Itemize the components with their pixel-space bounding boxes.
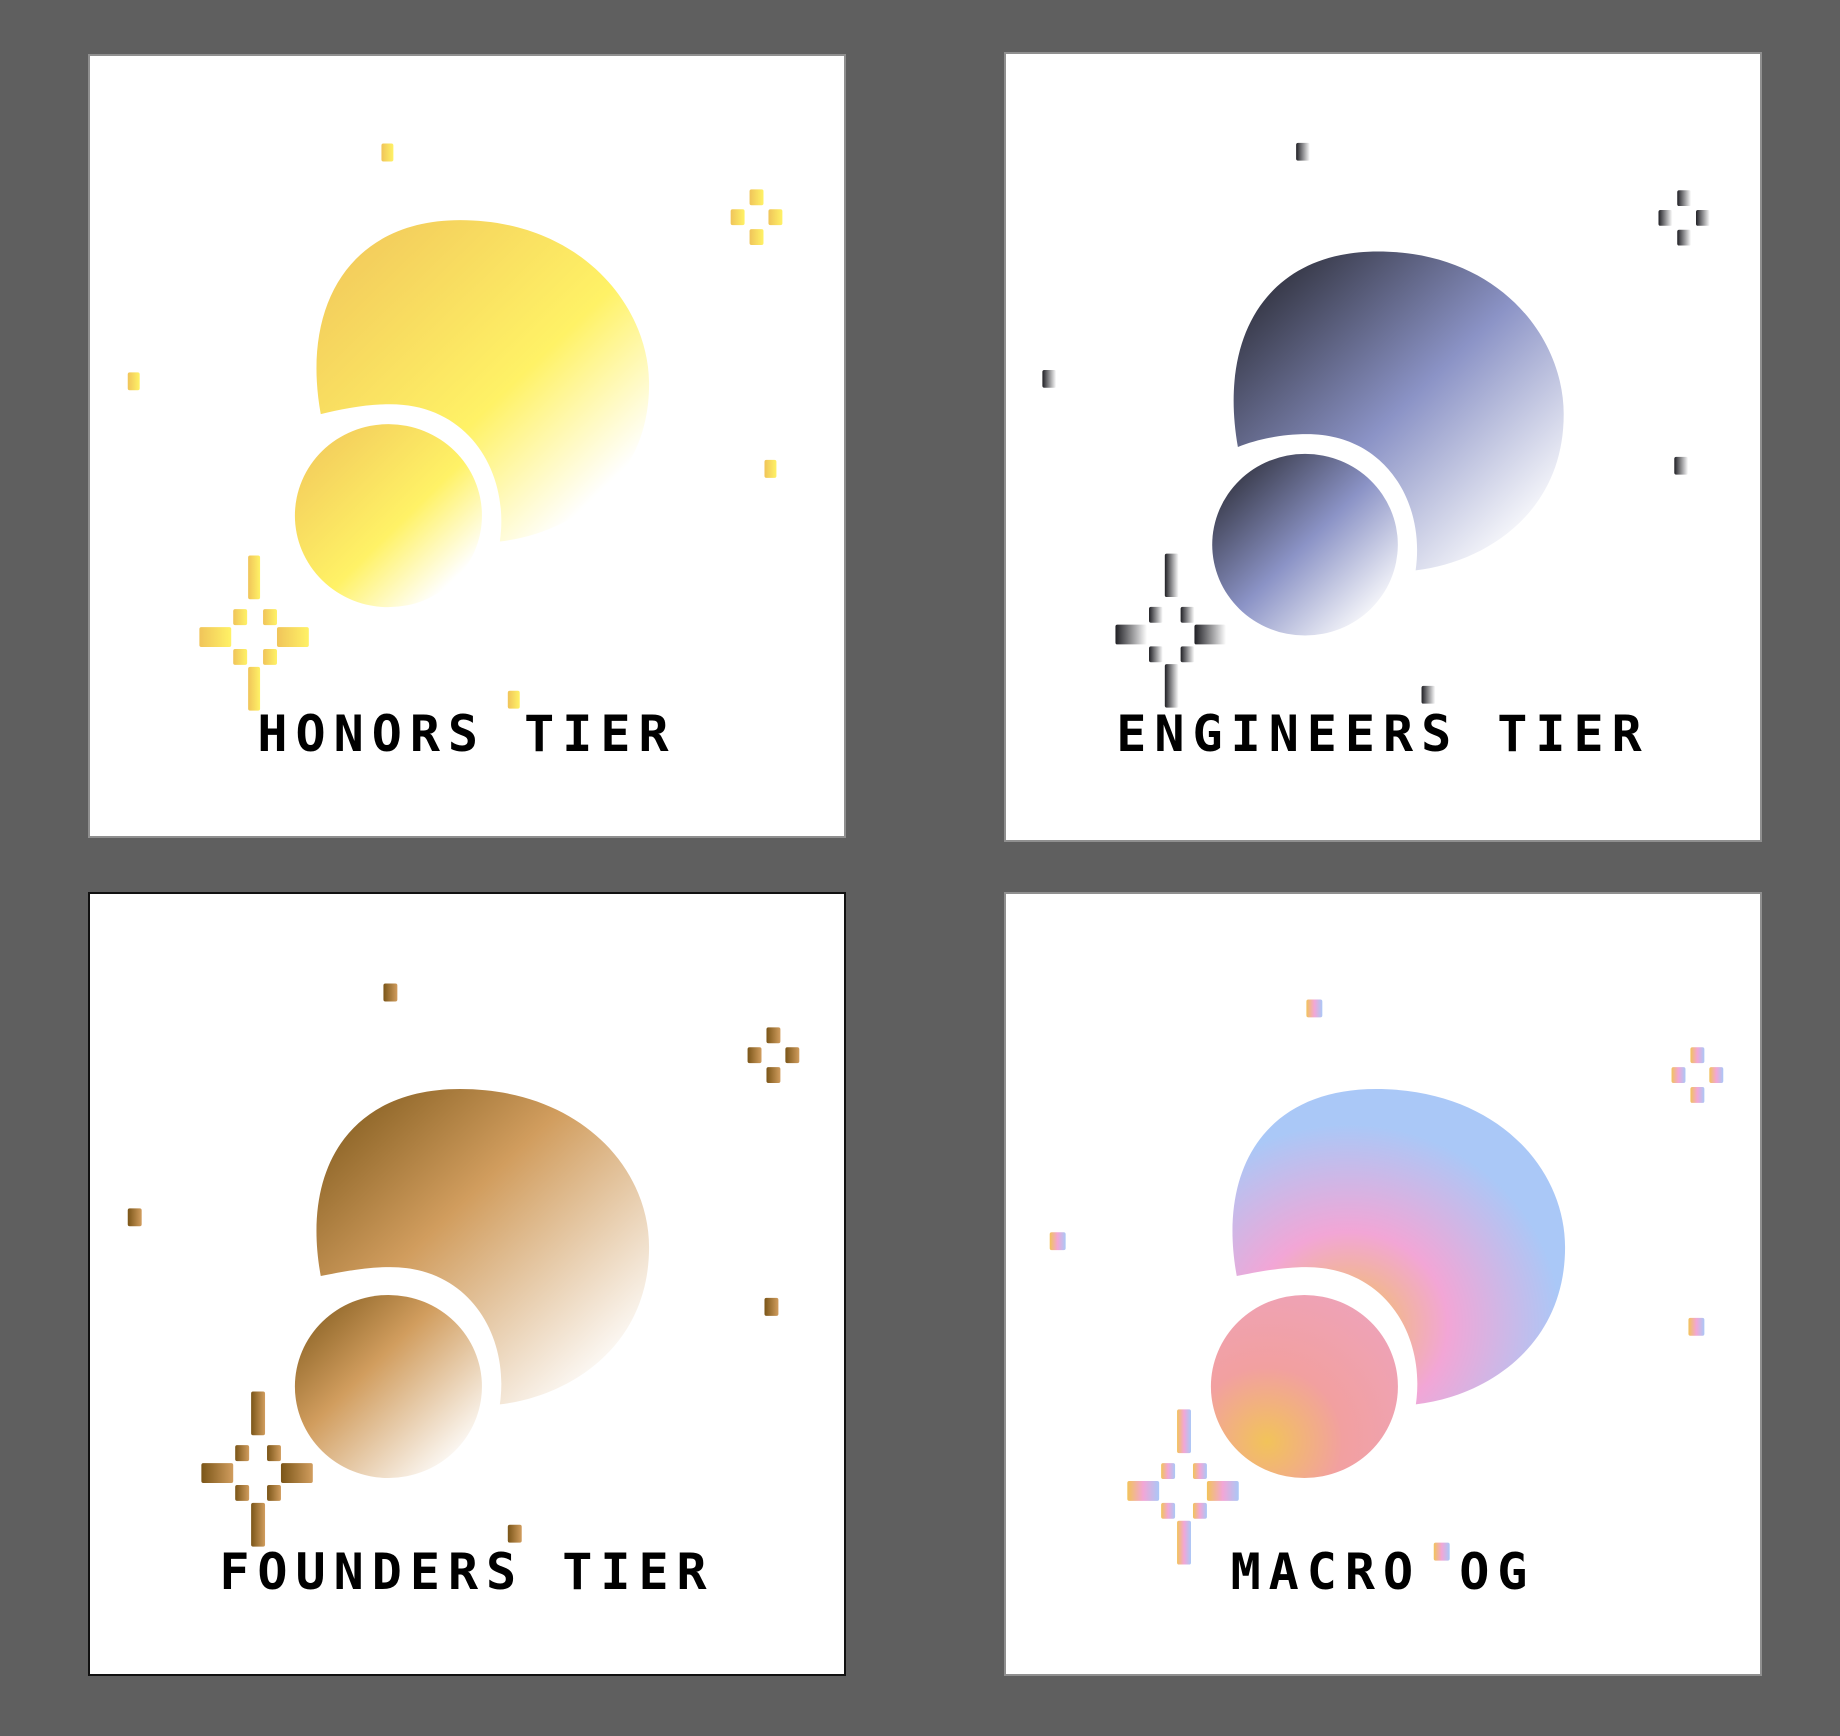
small-planet bbox=[294, 424, 482, 608]
card-honors-tier[interactable]: HONORS TIER bbox=[88, 54, 846, 838]
card-engineers-tier[interactable]: ENGINEERS TIER bbox=[1004, 52, 1762, 842]
small-planet bbox=[294, 1294, 482, 1479]
card-title: HONORS TIER bbox=[257, 705, 677, 763]
small-planet bbox=[1212, 453, 1398, 636]
card-title: ENGINEERS TIER bbox=[1116, 705, 1650, 763]
small-planet bbox=[1210, 1294, 1398, 1479]
card-founders-tier[interactable]: FOUNDERS TIER bbox=[88, 892, 846, 1676]
card-macro-og[interactable]: MACRO OG bbox=[1004, 892, 1762, 1676]
card-title: FOUNDERS TIER bbox=[219, 1543, 715, 1601]
card-title: MACRO OG bbox=[1230, 1543, 1536, 1601]
